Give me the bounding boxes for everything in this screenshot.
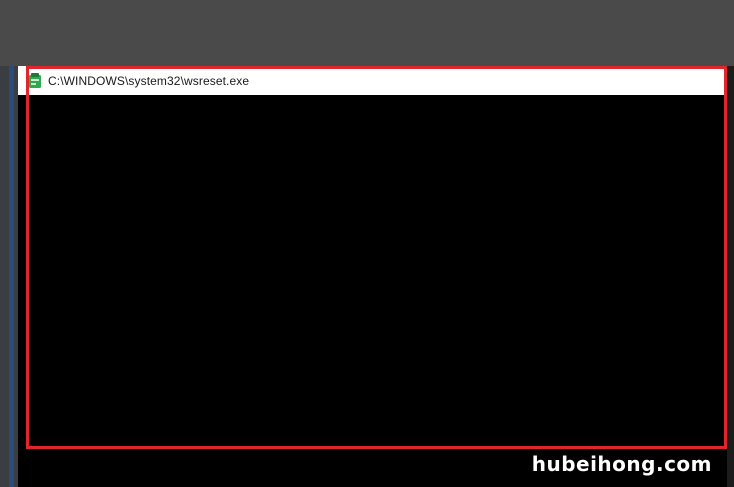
watermark-text: hubeihong.com bbox=[531, 452, 712, 476]
console-output-area[interactable] bbox=[18, 95, 727, 487]
window-title: C:\WINDOWS\system32\wsreset.exe bbox=[48, 73, 250, 88]
console-window[interactable]: C:\WINDOWS\system32\wsreset.exe bbox=[18, 66, 727, 487]
console-title-bar[interactable]: C:\WINDOWS\system32\wsreset.exe bbox=[18, 66, 727, 95]
console-app-icon[interactable] bbox=[28, 72, 42, 89]
screen-right-edge bbox=[727, 66, 734, 487]
background-window-border bbox=[9, 66, 14, 487]
desktop-top-band bbox=[0, 0, 734, 66]
background-window-edge bbox=[0, 66, 18, 487]
